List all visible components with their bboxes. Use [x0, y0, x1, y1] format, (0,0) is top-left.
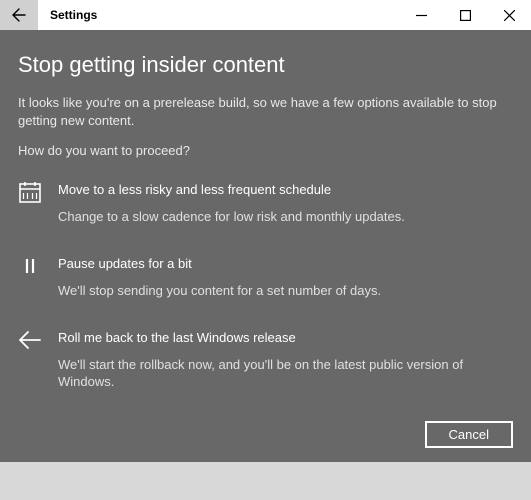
minimize-icon: [416, 10, 427, 21]
maximize-button[interactable]: [443, 0, 487, 30]
close-button[interactable]: [487, 0, 531, 30]
background-heading: Have a question?: [20, 468, 161, 488]
option-desc: We'll stop sending you content for a set…: [58, 283, 513, 300]
option-text: Roll me back to the last Windows release…: [58, 330, 513, 391]
rollback-arrow-icon: [18, 328, 42, 352]
background-page: Have a question?: [0, 462, 531, 500]
option-slow-schedule[interactable]: Move to a less risky and less frequent s…: [18, 182, 513, 226]
back-arrow-icon: [11, 7, 27, 23]
back-button[interactable]: [0, 0, 38, 30]
dialog-question: How do you want to proceed?: [18, 143, 513, 158]
calendar-icon: [18, 180, 42, 204]
dialog-footer: Cancel: [425, 421, 513, 448]
option-desc: Change to a slow cadence for low risk an…: [58, 209, 513, 226]
option-title: Roll me back to the last Windows release: [58, 330, 513, 345]
option-pause-updates[interactable]: Pause updates for a bit We'll stop sendi…: [18, 256, 513, 300]
pause-icon: [18, 254, 42, 278]
titlebar: Settings: [0, 0, 531, 30]
option-title: Pause updates for a bit: [58, 256, 513, 271]
dialog-heading: Stop getting insider content: [18, 52, 513, 78]
option-rollback[interactable]: Roll me back to the last Windows release…: [18, 330, 513, 391]
option-text: Pause updates for a bit We'll stop sendi…: [58, 256, 513, 300]
insider-dialog: Stop getting insider content It looks li…: [0, 30, 531, 462]
dialog-content: Stop getting insider content It looks li…: [0, 30, 531, 391]
option-text: Move to a less risky and less frequent s…: [58, 182, 513, 226]
cancel-button[interactable]: Cancel: [425, 421, 513, 448]
dialog-intro: It looks like you're on a prerelease bui…: [18, 94, 513, 129]
window-title: Settings: [50, 8, 97, 22]
window-controls: [399, 0, 531, 30]
maximize-icon: [460, 10, 471, 21]
minimize-button[interactable]: [399, 0, 443, 30]
option-title: Move to a less risky and less frequent s…: [58, 182, 513, 197]
option-desc: We'll start the rollback now, and you'll…: [58, 357, 513, 391]
close-icon: [504, 10, 515, 21]
